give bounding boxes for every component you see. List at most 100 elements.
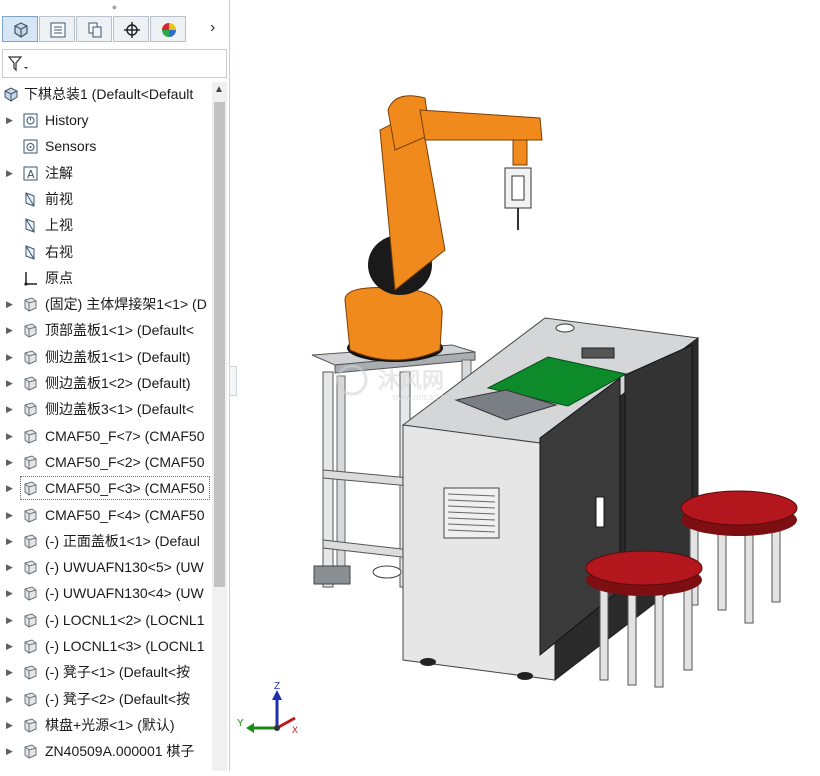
scroll-thumb[interactable] bbox=[214, 102, 225, 587]
tab-feature-manager[interactable] bbox=[2, 16, 38, 42]
tree-item[interactable]: 原点 bbox=[0, 266, 212, 290]
tree-item[interactable]: ▶ (固定) 主体焊接架1<1> (D bbox=[0, 292, 212, 316]
tree-item[interactable]: ▶ (-) 凳子<2> (Default<按 bbox=[0, 687, 212, 711]
tree-item[interactable]: ▶ 侧边盖板1<1> (Default) bbox=[0, 345, 212, 369]
tree-item[interactable]: ▶ ZN40509A.000001 棋子 bbox=[0, 739, 212, 763]
tree-item[interactable]: ▶ (-) 正面盖板1<1> (Defaul bbox=[0, 529, 212, 553]
tree-filter-bar[interactable] bbox=[2, 49, 227, 78]
tree-item-label: (固定) 主体焊接架1<1> (D bbox=[45, 296, 207, 313]
tree-item[interactable]: ▶ (-) UWUAFN130<4> (UW bbox=[0, 581, 212, 605]
tree-item[interactable]: 上视 bbox=[0, 213, 212, 237]
tree-item[interactable]: ▶ 侧边盖板3<1> (Default< bbox=[0, 397, 212, 421]
component-icon bbox=[24, 429, 37, 444]
expand-arrow-icon[interactable]: ▶ bbox=[6, 529, 13, 553]
component-icon bbox=[24, 376, 37, 391]
sensor-icon bbox=[23, 139, 38, 154]
tree-item[interactable]: ▶ 顶部盖板1<1> (Default< bbox=[0, 318, 212, 342]
tree-item-label: ZN40509A.000001 棋子 bbox=[45, 743, 195, 760]
tree-item-label: (-) LOCNL1<2> (LOCNL1 bbox=[45, 611, 205, 628]
tree-item-label: (-) UWUAFN130<4> (UW bbox=[45, 585, 204, 602]
tree-item-label: Sensors bbox=[45, 138, 97, 155]
color-wheel-icon bbox=[162, 23, 176, 37]
component-icon bbox=[24, 481, 37, 496]
panel-grip[interactable]: ● bbox=[0, 0, 229, 14]
filter-icon[interactable] bbox=[7, 55, 31, 73]
tree-item[interactable]: ▶ (-) UWUAFN130<5> (UW bbox=[0, 555, 212, 579]
expand-arrow-icon[interactable]: ▶ bbox=[6, 371, 13, 395]
plane-icon bbox=[25, 218, 35, 233]
tree-item-label: CMAF50_F<3> (CMAF50 bbox=[45, 480, 205, 497]
svg-text:A: A bbox=[27, 168, 35, 181]
tree-item-label: (-) 凳子<2> (Default<按 bbox=[45, 690, 191, 707]
tree-item-label: 前视 bbox=[45, 190, 73, 207]
tree-item[interactable]: ▶ CMAF50_F<7> (CMAF50 bbox=[0, 424, 212, 448]
feature-manager-panel: ● › 下棋总装1 (Default<Default ▶ History Sen… bbox=[0, 0, 230, 771]
component-icon bbox=[24, 402, 37, 417]
triad-y-label: Y bbox=[237, 718, 244, 729]
expand-arrow-icon[interactable]: ▶ bbox=[6, 476, 13, 500]
robot-arm bbox=[344, 95, 543, 362]
tree-item[interactable]: 右视 bbox=[0, 240, 212, 264]
expand-arrow-icon[interactable]: ▶ bbox=[6, 108, 13, 132]
tree-item[interactable]: ▶ CMAF50_F<2> (CMAF50 bbox=[0, 450, 212, 474]
tree-item[interactable]: ▶ 侧边盖板1<2> (Default) bbox=[0, 371, 212, 395]
expand-arrow-icon[interactable]: ▶ bbox=[6, 581, 13, 605]
tree-item-label: (-) 凳子<1> (Default<按 bbox=[45, 664, 191, 681]
component-icon bbox=[24, 560, 37, 575]
tree-item[interactable]: ▶ 棋盘+光源<1> (默认) bbox=[0, 713, 212, 737]
expand-arrow-icon[interactable]: ▶ bbox=[6, 450, 13, 474]
tree-item-label: 棋盘+光源<1> (默认) bbox=[45, 716, 175, 733]
crosshair-icon bbox=[124, 22, 140, 38]
expand-arrow-icon[interactable]: ▶ bbox=[6, 424, 13, 448]
component-icon bbox=[24, 297, 37, 312]
triad-z-label: Z bbox=[274, 681, 280, 692]
tree-item[interactable]: ▶ (-) LOCNL1<2> (LOCNL1 bbox=[0, 608, 212, 632]
component-icon bbox=[24, 718, 37, 733]
expand-arrow-icon[interactable]: ▶ bbox=[6, 608, 13, 632]
expand-arrow-icon[interactable]: ▶ bbox=[6, 345, 13, 369]
assembly-model-view: 沐风网 www.mfcad.com Z Y X bbox=[237, 95, 798, 735]
tree-item[interactable]: Sensors bbox=[0, 134, 212, 158]
expand-arrow-icon[interactable]: ▶ bbox=[6, 161, 13, 185]
expand-arrow-icon[interactable]: ▶ bbox=[6, 687, 13, 711]
tree-item-label: 注解 bbox=[45, 164, 73, 181]
expand-arrow-icon[interactable]: ▶ bbox=[6, 503, 13, 527]
expand-arrow-icon[interactable]: ▶ bbox=[6, 555, 13, 579]
panel-splitter[interactable] bbox=[229, 366, 237, 396]
plane-icon bbox=[25, 244, 35, 260]
tree-root-assembly[interactable]: 下棋总装1 (Default<Default bbox=[0, 82, 212, 106]
more-tabs-chevron[interactable]: › bbox=[210, 19, 215, 37]
tree-item[interactable]: ▶ (-) 凳子<1> (Default<按 bbox=[0, 660, 212, 684]
stool-back bbox=[680, 490, 798, 624]
assembly-icon bbox=[4, 87, 18, 102]
tab-property-manager[interactable] bbox=[39, 16, 75, 42]
expand-arrow-icon[interactable]: ▶ bbox=[6, 660, 13, 684]
tab-display-manager[interactable] bbox=[150, 16, 186, 42]
component-icon bbox=[24, 613, 37, 628]
expand-arrow-icon[interactable]: ▶ bbox=[6, 318, 13, 342]
tree-item[interactable]: ▶ CMAF50_F<3> (CMAF50 bbox=[0, 476, 212, 501]
tree-item[interactable]: ▶ A 注解 bbox=[0, 161, 212, 185]
tree-scrollbar[interactable]: ▲ bbox=[212, 82, 227, 771]
expand-arrow-icon[interactable]: ▶ bbox=[6, 397, 13, 421]
tree-item-label: 上视 bbox=[45, 217, 73, 234]
tree-item[interactable]: ▶ History bbox=[0, 108, 212, 132]
tree-item[interactable]: 前视 bbox=[0, 187, 212, 211]
tab-configuration-manager[interactable] bbox=[76, 16, 112, 42]
tree-item[interactable]: ▶ CMAF50_F<4> (CMAF50 bbox=[0, 503, 212, 527]
tab-dimxpert-manager[interactable] bbox=[113, 16, 149, 42]
graphics-viewport[interactable]: 沐风网 www.mfcad.com Z Y X bbox=[237, 0, 820, 771]
expand-arrow-icon[interactable]: ▶ bbox=[6, 713, 13, 737]
tree-item-label: (-) 正面盖板1<1> (Defaul bbox=[45, 532, 200, 549]
expand-arrow-icon[interactable]: ▶ bbox=[6, 739, 13, 763]
scroll-up-arrow[interactable]: ▲ bbox=[214, 84, 224, 95]
manager-tab-bar: › bbox=[2, 16, 227, 43]
expand-arrow-icon[interactable]: ▶ bbox=[6, 634, 13, 658]
tree-item-label: 右视 bbox=[45, 243, 73, 260]
component-icon bbox=[24, 692, 37, 707]
component-icon bbox=[24, 665, 37, 680]
expand-arrow-icon[interactable]: ▶ bbox=[6, 292, 13, 316]
tree-item-label: CMAF50_F<4> (CMAF50 bbox=[45, 506, 205, 523]
tree-item-label: CMAF50_F<2> (CMAF50 bbox=[45, 453, 205, 470]
tree-item[interactable]: ▶ (-) LOCNL1<3> (LOCNL1 bbox=[0, 634, 212, 658]
